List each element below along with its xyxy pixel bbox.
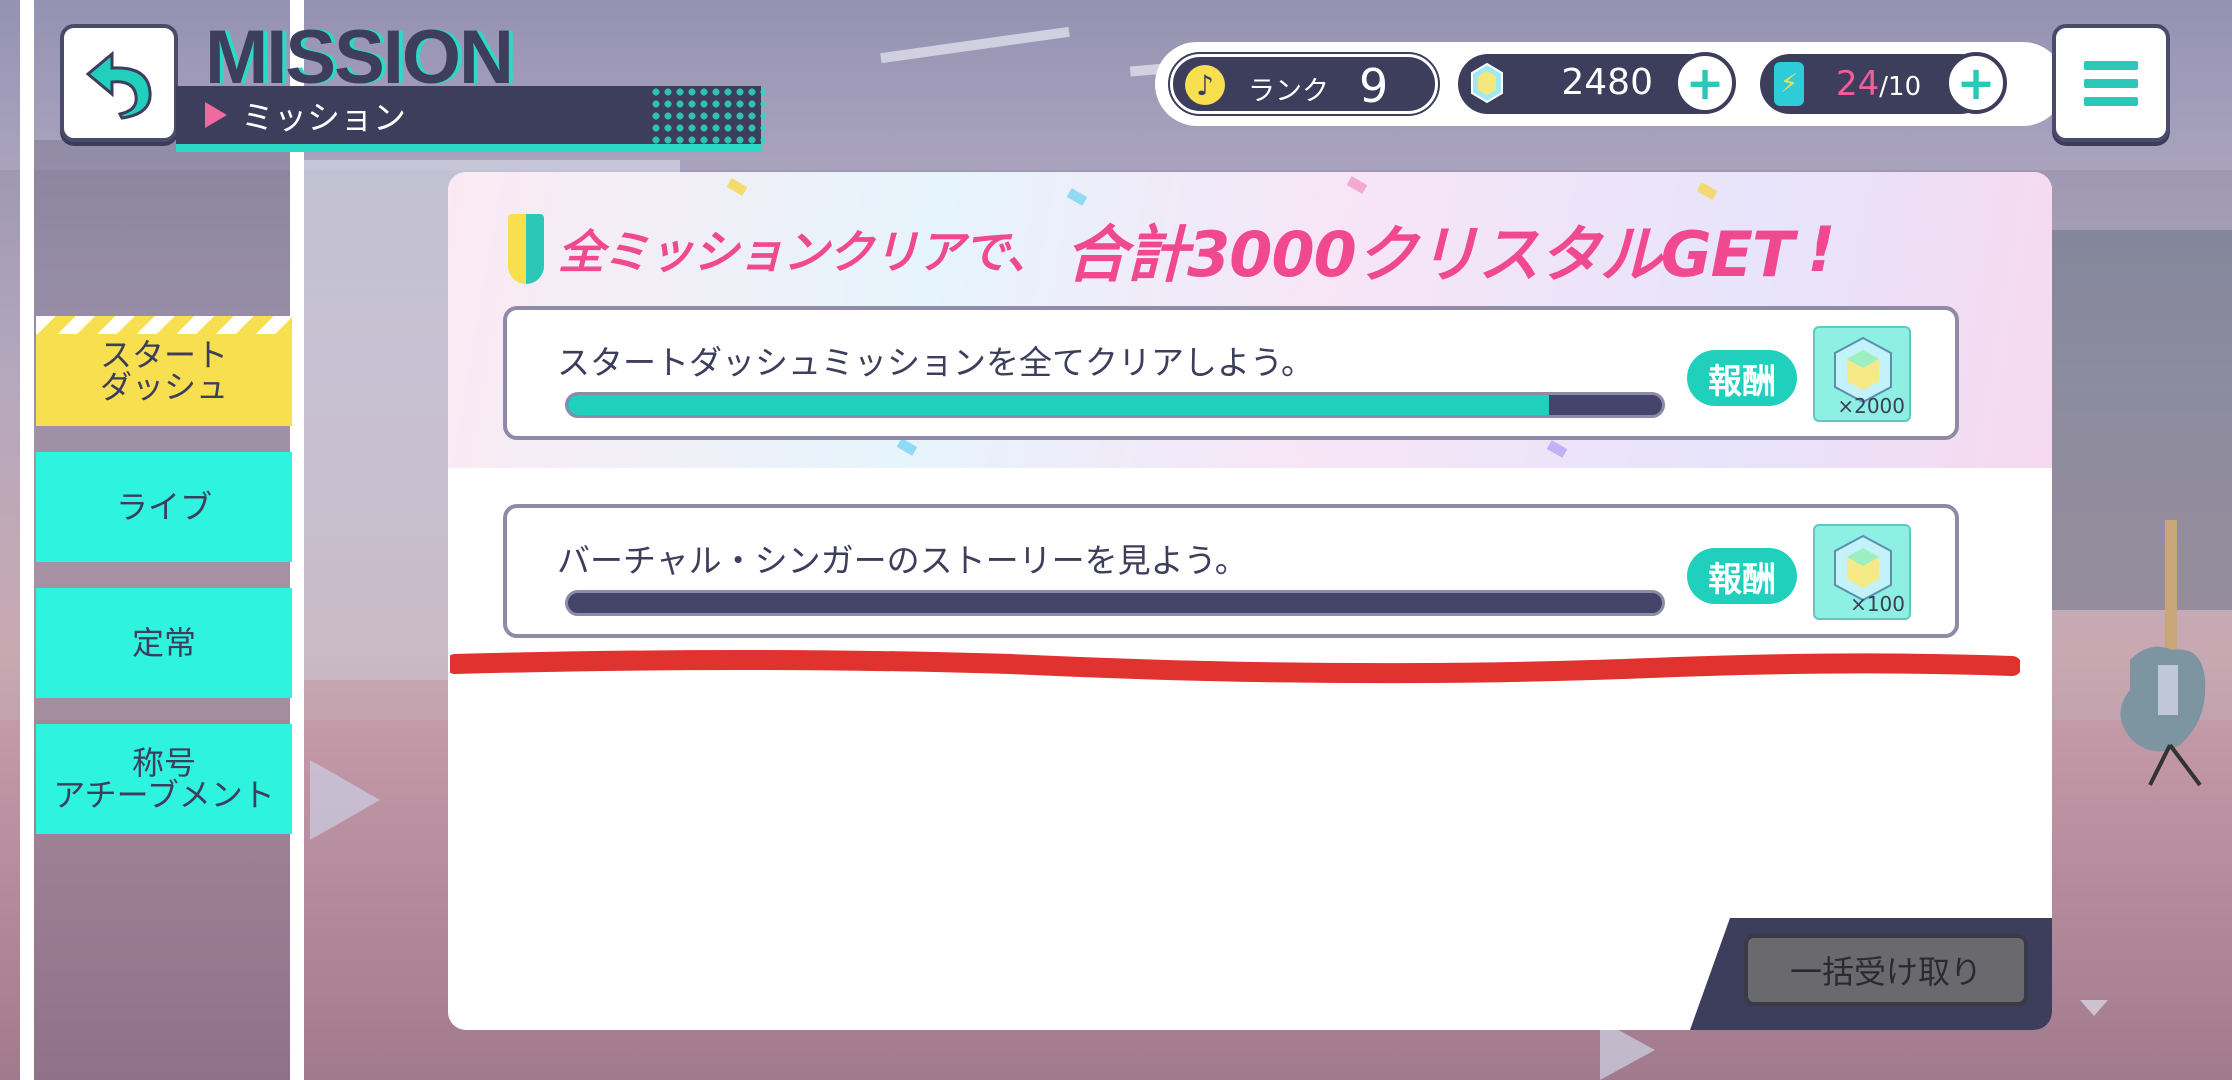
banner-title: 全ミッションクリアで、 合計3000クリスタルGET! — [508, 204, 1836, 294]
back-arrow-icon — [85, 50, 152, 120]
menu-icon-line — [2084, 60, 2138, 70]
menu-button[interactable] — [2052, 24, 2170, 142]
rank-label: ランク — [1248, 76, 1329, 107]
mission-progress-fill — [568, 395, 1550, 415]
beginner-leaf-icon — [508, 214, 544, 284]
guitar-icon — [2120, 520, 2206, 787]
mission-text: スタートダッシュミッションを全てクリアしよう。 — [557, 343, 1315, 382]
sidebar-border — [20, 0, 34, 1080]
page-title: MISSION — [205, 15, 514, 100]
mission-text: バーチャル・シンガーのストーリーを見よう。 — [557, 541, 1248, 580]
mission-card: スタートダッシュミッションを全てクリアしよう。 報酬 ×2000 — [503, 306, 1959, 440]
energy-max: /10 — [1879, 72, 1922, 102]
tab-label: スタート ダッシュ — [99, 336, 228, 406]
tab-label: ライブ — [115, 488, 212, 526]
banner-suffix: ! — [1807, 212, 1835, 286]
red-annotation-line — [450, 650, 2020, 684]
sidebar-border — [290, 0, 304, 1080]
page-subtitle: ミッション — [205, 91, 406, 139]
claim-all-button[interactable]: 一括受け取り — [1744, 934, 2028, 1006]
reward-crystal-item[interactable]: ×100 — [1813, 524, 1911, 620]
rank-display: ♪ ランク 9 — [1168, 52, 1440, 116]
reward-quantity: ×2000 — [1837, 394, 1905, 418]
energy-value: 24/10 — [1836, 64, 1921, 104]
tab-start-dash[interactable]: スタート ダッシュ — [36, 316, 292, 426]
reward-badge: 報酬 — [1687, 548, 1797, 604]
add-crystal-button[interactable]: + — [1674, 52, 1736, 114]
reward-badge: 報酬 — [1687, 350, 1797, 406]
energy-bolt-icon: ⚡ — [1774, 62, 1804, 106]
confetti — [896, 438, 918, 456]
tab-regular[interactable]: 定常 — [36, 588, 292, 698]
mission-card: バーチャル・シンガーのストーリーを見よう。 報酬 ×100 — [503, 504, 1959, 638]
mission-progress-bar — [565, 590, 1665, 616]
energy-current: 24 — [1836, 64, 1880, 104]
banner-highlight: 合計3000クリスタルGET — [1065, 218, 1794, 291]
banner-prefix: 全ミッションクリアで、 — [558, 225, 1052, 279]
reward-quantity: ×100 — [1850, 592, 1905, 616]
title-halftone-decor — [650, 86, 765, 144]
mission-progress-bar — [565, 392, 1665, 418]
menu-icon-line — [2084, 96, 2138, 106]
music-note-icon: ♪ — [1185, 65, 1225, 105]
crystal-icon — [1471, 62, 1503, 104]
mission-panel: 全ミッションクリアで、 合計3000クリスタルGET! スタートダッシュミッション… — [448, 172, 2052, 1030]
page-subtitle-text: ミッション — [241, 98, 406, 137]
tab-label: 定常 — [131, 624, 196, 662]
confetti — [726, 178, 748, 196]
confetti — [1346, 176, 1368, 194]
crystal-count: 2480 — [1561, 62, 1653, 103]
tab-label: 称号 アチーブメント — [53, 744, 275, 814]
menu-icon-line — [2084, 78, 2138, 88]
decor-triangle — [2080, 1000, 2108, 1016]
rank-value: 9 — [1359, 59, 1389, 113]
tab-live[interactable]: ライブ — [36, 452, 292, 562]
reward-crystal-item[interactable]: ×2000 — [1813, 326, 1911, 422]
tab-title-achievement[interactable]: 称号 アチーブメント — [36, 724, 292, 834]
add-energy-button[interactable]: + — [1945, 52, 2007, 114]
confetti — [1696, 182, 1718, 200]
decor-triangle — [310, 760, 380, 840]
confetti — [1546, 440, 1568, 458]
back-button[interactable] — [60, 24, 178, 142]
play-icon — [205, 102, 227, 128]
